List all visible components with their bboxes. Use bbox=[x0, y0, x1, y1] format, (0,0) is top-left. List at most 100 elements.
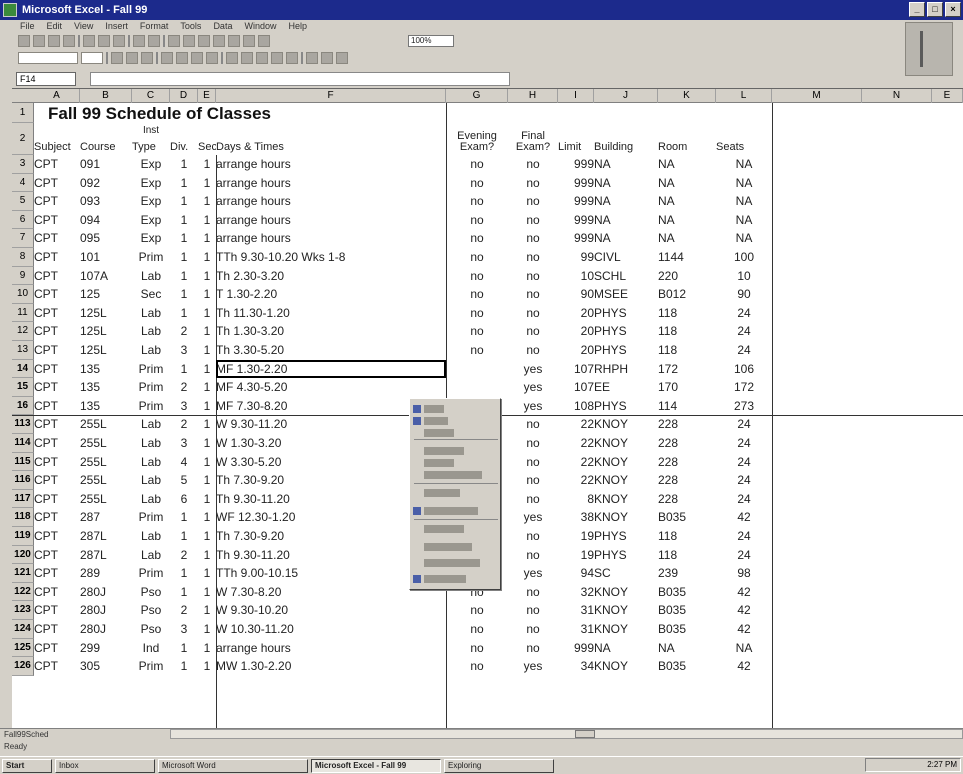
data-cell[interactable]: CPT bbox=[34, 434, 80, 453]
data-cell[interactable]: NA bbox=[594, 155, 658, 174]
data-cell[interactable]: CPT bbox=[34, 248, 80, 267]
data-cell[interactable]: 1 bbox=[170, 285, 198, 304]
data-cell[interactable]: MSEE bbox=[594, 285, 658, 304]
data-cell[interactable]: 22 bbox=[558, 471, 594, 490]
menu-tools[interactable]: Tools bbox=[180, 20, 201, 32]
data-cell[interactable]: 094 bbox=[80, 211, 132, 230]
data-cell[interactable]: 280J bbox=[80, 583, 132, 602]
data-cell[interactable]: 1 bbox=[198, 155, 216, 174]
data-cell[interactable]: 1 bbox=[198, 490, 216, 509]
data-cell[interactable]: no bbox=[508, 174, 558, 193]
data-cell[interactable]: NA bbox=[716, 155, 772, 174]
data-cell[interactable]: TTh 9.30-10.20 Wks 1-8 bbox=[216, 248, 446, 267]
data-cell[interactable]: CPT bbox=[34, 527, 80, 546]
data-cell[interactable]: 10 bbox=[558, 267, 594, 286]
sort-ascending-icon[interactable] bbox=[198, 35, 210, 47]
data-cell[interactable]: 999 bbox=[558, 192, 594, 211]
data-cell[interactable]: no bbox=[508, 341, 558, 360]
column-header[interactable]: E bbox=[932, 89, 963, 103]
column-label[interactable]: Course bbox=[80, 139, 132, 155]
data-cell[interactable]: 228 bbox=[658, 453, 716, 472]
data-cell[interactable]: 31 bbox=[558, 620, 594, 639]
font-size-select[interactable] bbox=[81, 52, 103, 64]
data-cell[interactable]: NA bbox=[658, 211, 716, 230]
data-cell[interactable]: 1 bbox=[198, 229, 216, 248]
column-header[interactable]: M bbox=[772, 89, 862, 103]
data-cell[interactable]: 24 bbox=[716, 341, 772, 360]
name-box[interactable]: F14 bbox=[16, 72, 76, 86]
data-cell[interactable]: 228 bbox=[658, 471, 716, 490]
data-cell[interactable]: CPT bbox=[34, 490, 80, 509]
data-cell[interactable]: KNOY bbox=[594, 657, 658, 676]
data-cell[interactable]: 90 bbox=[558, 285, 594, 304]
bold-icon[interactable] bbox=[111, 52, 123, 64]
data-cell[interactable]: 1 bbox=[170, 155, 198, 174]
data-cell[interactable]: yes bbox=[508, 508, 558, 527]
data-cell[interactable]: 118 bbox=[658, 304, 716, 323]
data-cell[interactable]: Prim bbox=[132, 248, 170, 267]
data-cell[interactable]: 228 bbox=[658, 490, 716, 509]
data-cell[interactable]: 118 bbox=[658, 527, 716, 546]
data-cell[interactable]: NA bbox=[594, 192, 658, 211]
data-cell[interactable]: PHYS bbox=[594, 546, 658, 565]
data-cell[interactable]: 1 bbox=[198, 378, 216, 397]
taskbar-item[interactable]: Exploring bbox=[444, 758, 554, 773]
data-cell[interactable]: 280J bbox=[80, 620, 132, 639]
data-cell[interactable]: no bbox=[446, 211, 508, 230]
row-header[interactable]: 4 bbox=[12, 173, 34, 193]
row-header[interactable]: 125 bbox=[12, 638, 34, 658]
row-header[interactable]: 124 bbox=[12, 620, 34, 639]
data-cell[interactable]: no bbox=[508, 322, 558, 341]
data-cell[interactable]: arrange hours bbox=[216, 155, 446, 174]
context-menu-item[interactable] bbox=[424, 405, 444, 413]
data-cell[interactable]: 24 bbox=[716, 415, 772, 434]
data-cell[interactable]: Lab bbox=[132, 322, 170, 341]
column-header[interactable]: I bbox=[558, 89, 594, 103]
data-cell[interactable]: 135 bbox=[80, 360, 132, 379]
data-cell[interactable]: 999 bbox=[558, 174, 594, 193]
data-cell[interactable]: 1 bbox=[198, 508, 216, 527]
data-cell[interactable]: 6 bbox=[170, 490, 198, 509]
font-name-select[interactable] bbox=[18, 52, 78, 64]
data-cell[interactable]: 1 bbox=[198, 341, 216, 360]
data-cell[interactable]: no bbox=[508, 415, 558, 434]
data-cell[interactable]: 273 bbox=[716, 397, 772, 416]
data-cell[interactable]: Prim bbox=[132, 397, 170, 416]
data-cell[interactable]: 1 bbox=[198, 583, 216, 602]
data-cell[interactable]: 20 bbox=[558, 304, 594, 323]
data-cell[interactable]: B035 bbox=[658, 583, 716, 602]
data-cell[interactable]: 98 bbox=[716, 564, 772, 583]
data-cell[interactable]: 125 bbox=[80, 285, 132, 304]
row-header[interactable]: 12 bbox=[12, 322, 34, 341]
data-cell[interactable]: NA bbox=[716, 639, 772, 658]
data-cell[interactable]: 100 bbox=[716, 248, 772, 267]
data-cell[interactable]: 1 bbox=[170, 192, 198, 211]
column-label[interactable]: Final bbox=[508, 129, 558, 143]
data-cell[interactable]: 1 bbox=[170, 211, 198, 230]
data-cell[interactable]: CPT bbox=[34, 285, 80, 304]
data-cell[interactable]: Lab bbox=[132, 304, 170, 323]
data-cell[interactable]: arrange hours bbox=[216, 639, 446, 658]
data-cell[interactable]: 2 bbox=[170, 601, 198, 620]
data-cell[interactable]: 092 bbox=[80, 174, 132, 193]
data-cell[interactable]: Prim bbox=[132, 378, 170, 397]
data-cell[interactable]: KNOY bbox=[594, 471, 658, 490]
data-cell[interactable]: 1 bbox=[198, 601, 216, 620]
data-cell[interactable]: 107 bbox=[558, 360, 594, 379]
data-cell[interactable]: KNOY bbox=[594, 620, 658, 639]
sort-descending-icon[interactable] bbox=[213, 35, 225, 47]
data-cell[interactable]: no bbox=[508, 527, 558, 546]
data-cell[interactable]: 1 bbox=[170, 304, 198, 323]
data-cell[interactable]: 2 bbox=[170, 322, 198, 341]
data-cell[interactable]: B035 bbox=[658, 601, 716, 620]
data-cell[interactable]: 095 bbox=[80, 229, 132, 248]
data-cell[interactable]: 1 bbox=[170, 248, 198, 267]
data-cell[interactable]: CPT bbox=[34, 360, 80, 379]
data-cell[interactable]: PHYS bbox=[594, 397, 658, 416]
redo-icon[interactable] bbox=[148, 35, 160, 47]
data-cell[interactable]: 22 bbox=[558, 453, 594, 472]
column-label[interactable]: Sec bbox=[198, 139, 216, 155]
row-header[interactable]: 8 bbox=[12, 248, 34, 267]
context-menu-item[interactable] bbox=[424, 447, 464, 455]
data-cell[interactable]: 3 bbox=[170, 620, 198, 639]
